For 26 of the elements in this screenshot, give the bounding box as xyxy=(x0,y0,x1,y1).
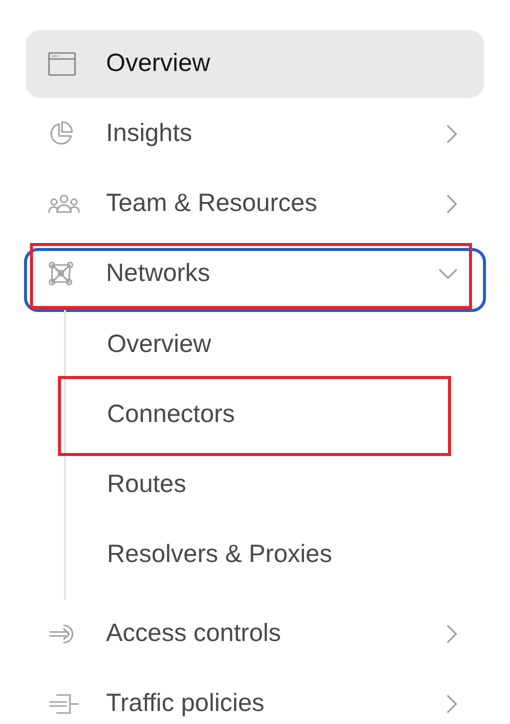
subnav-item[interactable]: Resolvers & Proxies xyxy=(66,520,484,590)
pie-chart-icon xyxy=(48,121,74,147)
chevron-down-icon xyxy=(438,268,458,280)
chevron-right-icon xyxy=(446,124,458,144)
nav-label: Team & Resources xyxy=(106,188,318,220)
people-group-icon xyxy=(48,194,80,214)
nav-item[interactable]: Insights xyxy=(26,100,484,168)
bracket-lines-icon xyxy=(48,693,80,715)
chevron-right-icon xyxy=(446,194,458,214)
subnav-item[interactable]: Overview xyxy=(66,310,484,380)
nav-label: Overview xyxy=(106,48,212,80)
nav-label: Access controls xyxy=(106,618,282,650)
browser-window-icon xyxy=(48,52,76,76)
nav-item[interactable]: Overview xyxy=(26,30,484,98)
nav-item[interactable]: Networks xyxy=(26,240,484,308)
nav-item[interactable]: Access controls xyxy=(26,600,484,668)
nav-item[interactable]: Team & Resources xyxy=(26,170,484,238)
subnav-item[interactable]: Connectors xyxy=(66,380,484,450)
nav-item[interactable]: Traffic policies xyxy=(26,670,484,724)
nav-label: Networks xyxy=(106,258,212,290)
nav-label: Insights xyxy=(106,118,194,150)
nav-label: Traffic policies xyxy=(106,688,266,720)
chevron-right-icon xyxy=(446,624,458,644)
network-nodes-icon xyxy=(48,261,74,287)
subnav-item[interactable]: Routes xyxy=(66,450,484,520)
chevron-right-icon xyxy=(446,694,458,714)
